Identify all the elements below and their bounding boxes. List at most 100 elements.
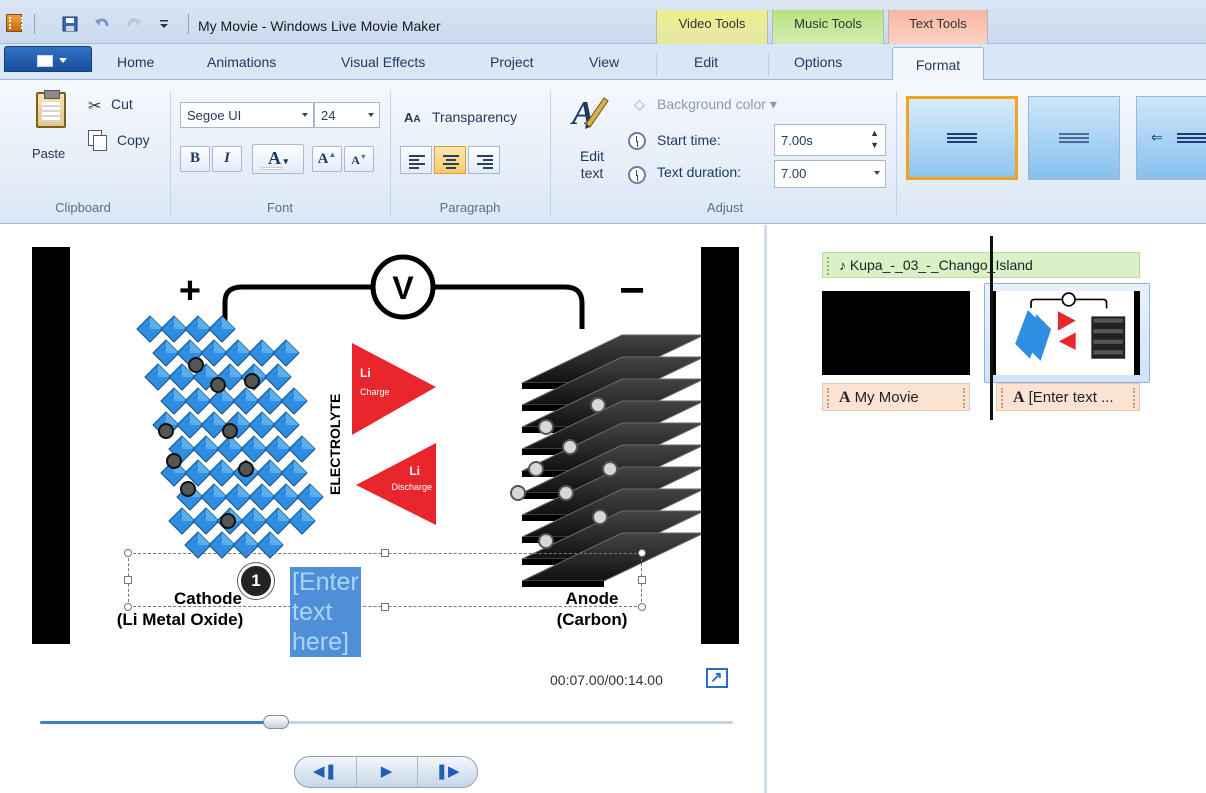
edit-text-label: Edit text [579, 148, 605, 181]
tab-visual-effects[interactable]: Visual Effects [341, 54, 425, 70]
resize-handle[interactable] [638, 603, 646, 611]
music-clip[interactable]: ♪ Kupa_-_03_-_Chango_Island [822, 252, 1140, 278]
plus-label: + [179, 270, 201, 312]
context-tab-music-tools: Music Tools [772, 10, 884, 44]
crystal-facet [302, 508, 315, 521]
crystal-facet [294, 388, 307, 401]
charge-li-label: Li [360, 366, 371, 380]
electrolyte-label: ELECTROLYTE [327, 394, 343, 495]
text-clip-label: My Movie [854, 389, 919, 406]
align-right-button[interactable] [468, 146, 500, 174]
text-clip-enter-text[interactable]: A [Enter text ... [996, 383, 1140, 411]
resize-handle[interactable] [638, 549, 646, 557]
text-duration-label: Text duration: [657, 164, 742, 180]
paste-icon[interactable] [36, 90, 66, 128]
storyboard-playhead[interactable] [990, 236, 993, 420]
lithium-ion [538, 419, 554, 435]
crystal-facet [270, 532, 283, 545]
play-button[interactable]: ▶ [356, 757, 416, 787]
align-center-button[interactable] [434, 146, 466, 174]
tab-animations[interactable]: Animations [207, 54, 276, 70]
text-effect-style-1[interactable] [906, 96, 1018, 180]
timecode-display: 00:07.00/00:14.00 [550, 672, 663, 688]
font-color-swatch [261, 167, 283, 170]
lithium-ion [222, 423, 238, 439]
save-icon[interactable] [62, 16, 78, 32]
align-left-button[interactable] [400, 146, 432, 174]
start-time-label: Start time: [657, 132, 721, 148]
transparency-button[interactable]: Transparency [432, 109, 517, 125]
tab-view[interactable]: View [589, 54, 619, 70]
shrink-font-button[interactable]: A▼ [344, 146, 374, 172]
next-frame-button[interactable]: ❚▶ [417, 757, 477, 787]
font-color-button[interactable]: A ▾ [252, 144, 304, 174]
overlay-text-selected[interactable]: [Enter text here] [290, 567, 361, 657]
text-duration-select[interactable]: 7.00 [774, 160, 886, 188]
minus-label: − [619, 266, 645, 315]
edit-text-icon[interactable]: A [570, 92, 610, 130]
tab-options[interactable]: Options [794, 54, 842, 70]
customize-qat-icon[interactable] [156, 16, 172, 32]
lithium-ion [562, 439, 578, 455]
shrink-font-icon: A [351, 153, 360, 167]
copy-button[interactable]: Copy [117, 132, 150, 148]
font-size-select[interactable]: 24 [314, 102, 380, 128]
cut-button[interactable]: Cut [111, 96, 133, 112]
paste-button[interactable]: Paste [32, 146, 65, 161]
clip-thumbnail-image [1015, 292, 1126, 361]
italic-button[interactable]: I [212, 146, 242, 172]
edit-text-button[interactable]: Edit text [574, 148, 610, 182]
start-time-spinner[interactable]: 7.00s ▲ ▼ [774, 124, 886, 156]
grow-font-button[interactable]: A▲ [312, 146, 342, 172]
resize-handle[interactable] [124, 549, 132, 557]
tab-format[interactable]: Format [892, 47, 984, 81]
resize-handle[interactable] [638, 576, 646, 584]
resize-handle[interactable] [381, 603, 389, 611]
pane-splitter[interactable] [764, 225, 767, 793]
bold-button[interactable]: B [180, 146, 210, 172]
storyboard-clip-title[interactable] [822, 291, 970, 375]
previous-frame-button[interactable]: ◀❚ [295, 757, 355, 787]
crystal-facet [262, 340, 275, 353]
redo-icon[interactable] [126, 16, 142, 32]
storyboard-clip-battery[interactable] [990, 291, 1140, 375]
text-effect-style-2[interactable] [1028, 96, 1120, 180]
grow-font-icon: A [317, 151, 329, 167]
text-effect-style-3[interactable]: ⇐ [1136, 96, 1206, 180]
crystal-facet [270, 388, 283, 401]
copy-icon[interactable] [88, 130, 107, 151]
lithium-ion [238, 461, 254, 477]
tab-home[interactable]: Home [117, 54, 154, 70]
lithium-ion [592, 509, 608, 525]
clip-thumbnail [996, 291, 1134, 375]
chevron-down-icon [874, 171, 880, 175]
transparency-icon: AA [404, 110, 421, 125]
tab-divider [656, 54, 657, 76]
popout-preview-icon[interactable] [706, 668, 728, 688]
crystal-facet [278, 436, 291, 449]
tab-project[interactable]: Project [490, 54, 534, 70]
background-color-button[interactable]: Background color ▾ [657, 96, 777, 113]
resize-handle[interactable] [124, 603, 132, 611]
duration-clock-icon [628, 166, 646, 184]
crystal-facet [286, 412, 299, 425]
undo-icon[interactable] [94, 16, 110, 32]
seek-bar-thumb[interactable] [263, 715, 289, 729]
resize-handle[interactable] [381, 549, 389, 557]
movie-maker-app-icon[interactable] [6, 14, 23, 32]
text-clip-my-movie[interactable]: A My Movie [822, 383, 970, 411]
ribbon-tabs: Home Animations Visual Effects Project V… [0, 44, 1206, 81]
text-caption-icon: A [1013, 389, 1025, 406]
text-overlay-box[interactable] [124, 549, 646, 611]
crystal-facet [262, 412, 275, 425]
paint-bucket-icon: ◇ [634, 96, 645, 112]
spinner-arrows-icon[interactable]: ▲ ▼ [870, 127, 879, 151]
group-separator [170, 92, 171, 216]
lithium-ion [180, 481, 196, 497]
tab-edit[interactable]: Edit [694, 54, 718, 70]
voltmeter-label: V [392, 270, 414, 306]
application-menu-button[interactable] [4, 46, 92, 72]
font-family-select[interactable]: Segoe UI [180, 102, 314, 128]
resize-handle[interactable] [124, 576, 132, 584]
scissors-icon[interactable]: ✂ [88, 96, 101, 116]
